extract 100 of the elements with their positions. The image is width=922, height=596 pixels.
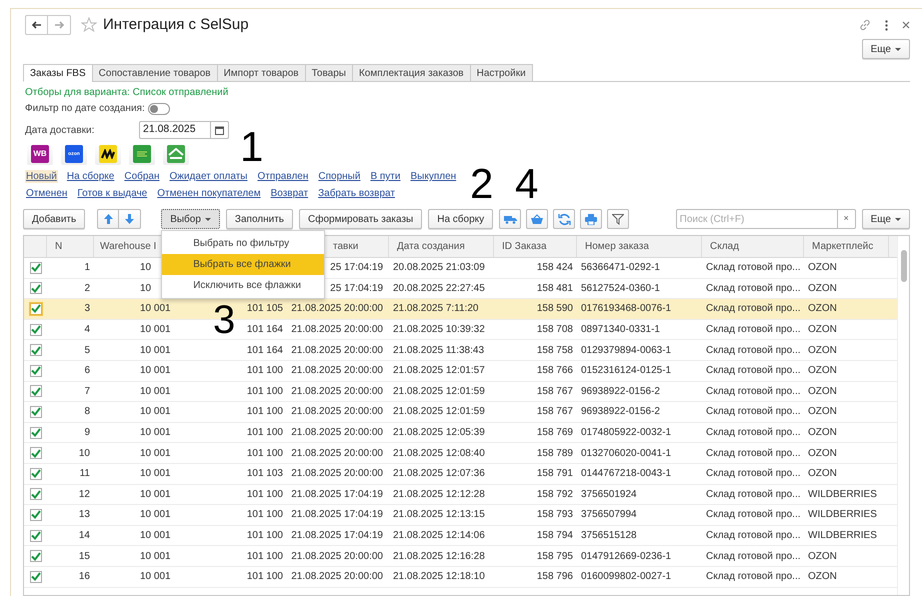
table-row[interactable]: 7 10 001 101 100 21.08.2025 20:00:00 21.08.2025 12:01:59 158 767 96938922-0156-2 Склад готовой про... OZON bbox=[24, 382, 897, 402]
checkbox[interactable] bbox=[30, 262, 42, 274]
checkbox[interactable] bbox=[30, 364, 42, 377]
more-button[interactable]: Еще bbox=[862, 209, 910, 229]
checkbox[interactable] bbox=[30, 406, 42, 418]
table-cell-text: 25 17:04:19 bbox=[330, 261, 383, 276]
date-field[interactable]: 21.08.2025 bbox=[139, 121, 229, 139]
menu-item[interactable]: Исключить все флажки bbox=[162, 275, 324, 296]
table-cell-text: Склад готовой про... bbox=[706, 344, 801, 358]
link-icon[interactable] bbox=[859, 19, 871, 31]
table-cell-text: 08971340-0331-1 bbox=[581, 323, 660, 338]
status-link[interactable]: На сборке bbox=[66, 170, 116, 183]
table-cell-text: 15 bbox=[78, 550, 90, 564]
to-assembly-button[interactable]: На сборку bbox=[428, 209, 494, 229]
table-row[interactable]: 12 10 001 101 100 21.08.2025 17:04:19 21.08.2025 12:12:28 158 792 3756501924 Склад готовой про... WILDBERRIES bbox=[24, 484, 897, 506]
scrollbar[interactable] bbox=[897, 236, 909, 595]
more-button[interactable]: Еще bbox=[862, 39, 910, 59]
table-row[interactable]: 14 10 001 101 100 21.08.2025 17:04:19 21.08.2025 12:14:06 158 794 3756515128 Склад готовой про... WILDBERRIES bbox=[24, 526, 897, 546]
table-cell-text: 21.08.2025 20:00:00 bbox=[291, 302, 383, 316]
choice-button[interactable]: Выбор bbox=[161, 209, 220, 229]
checkbox[interactable] bbox=[30, 488, 42, 500]
checkbox[interactable] bbox=[30, 385, 42, 398]
make-orders-button[interactable]: Сформировать заказы bbox=[299, 209, 422, 229]
refresh-button[interactable] bbox=[553, 209, 576, 229]
toggle-switch[interactable] bbox=[148, 102, 170, 114]
basket-button[interactable] bbox=[526, 209, 548, 229]
table-cell-text: Склад готовой про... bbox=[706, 261, 801, 276]
checkbox[interactable] bbox=[30, 550, 42, 562]
status-link[interactable]: Ожидает оплаты bbox=[168, 170, 248, 183]
table-cell-text: 0160099802-0027-1 bbox=[581, 570, 672, 584]
fill-button[interactable]: Заполнить bbox=[226, 209, 294, 229]
print-button[interactable] bbox=[580, 209, 602, 229]
column-header[interactable]: ID Заказа bbox=[502, 239, 547, 254]
checkbox[interactable] bbox=[30, 282, 42, 294]
column-header[interactable]: Маркетплейс bbox=[812, 239, 874, 254]
table-cell-text: 8 bbox=[84, 405, 90, 420]
move-down-button[interactable] bbox=[119, 209, 142, 229]
table-cell-text: 0129379894-0063-1 bbox=[581, 344, 672, 358]
status-link[interactable]: Спорный bbox=[317, 170, 362, 183]
checkmark-icon bbox=[30, 510, 40, 520]
column-header[interactable]: Номер заказа bbox=[585, 239, 649, 254]
truck-button[interactable] bbox=[499, 209, 522, 229]
status-link[interactable]: Отправлен bbox=[256, 170, 310, 183]
column-header[interactable]: Склад bbox=[710, 239, 739, 254]
table-cell-text: 21.08.2025 12:13:15 bbox=[393, 508, 485, 522]
checkbox[interactable] bbox=[30, 426, 42, 439]
tab[interactable]: Импорт товаров bbox=[216, 64, 306, 82]
menu-item[interactable]: Выбрать по фильтру bbox=[162, 233, 324, 254]
status-link[interactable]: Отменен bbox=[25, 187, 68, 200]
checkbox[interactable] bbox=[30, 324, 42, 336]
checkbox[interactable] bbox=[30, 447, 42, 460]
basket-icon bbox=[531, 214, 544, 224]
column-header[interactable]: Дата создания bbox=[397, 239, 465, 254]
table-cell-text: OZON bbox=[808, 467, 837, 482]
status-link[interactable]: Отменен покупателем bbox=[156, 187, 262, 200]
column-header[interactable]: тавки bbox=[333, 239, 358, 254]
table-cell-text: 10 001 bbox=[140, 323, 171, 338]
column-header[interactable]: Warehouse I bbox=[100, 239, 156, 254]
menu-item[interactable]: Выбрать все флажки bbox=[162, 254, 324, 275]
calendar-icon[interactable] bbox=[215, 126, 224, 134]
tab[interactable]: Комплектация заказов bbox=[352, 64, 471, 82]
search-field[interactable]: Поиск (Ctrl+F) × bbox=[676, 209, 856, 229]
column-header[interactable]: N bbox=[55, 239, 62, 254]
marketplace-button[interactable]: WB bbox=[27, 143, 53, 165]
clear-button[interactable]: × bbox=[836, 210, 855, 228]
status-link[interactable]: Возврат bbox=[270, 187, 310, 200]
close-icon[interactable] bbox=[902, 21, 910, 29]
logo-text: WB bbox=[33, 150, 47, 158]
status-link[interactable]: Забрать возврат bbox=[317, 187, 396, 200]
checkbox[interactable] bbox=[30, 530, 42, 542]
marketplace-button[interactable] bbox=[95, 143, 121, 165]
filter-button[interactable] bbox=[607, 209, 630, 229]
tab[interactable]: Заказы FBS bbox=[23, 64, 93, 82]
status-link[interactable]: Выкуплен bbox=[409, 170, 458, 183]
star-icon[interactable] bbox=[81, 17, 97, 33]
caret-icon bbox=[895, 48, 901, 50]
tab[interactable]: Настройки bbox=[470, 64, 533, 82]
truck-icon bbox=[504, 214, 517, 224]
table-cell-text: 10 001 bbox=[140, 405, 171, 420]
move-up-button[interactable] bbox=[97, 209, 120, 229]
tab[interactable]: Сопоставление товаров bbox=[92, 64, 218, 82]
table-cell-text: 21.08.2025 11:38:43 bbox=[393, 344, 484, 358]
menu-dots-icon[interactable] bbox=[885, 20, 888, 30]
table-cell-text: 21.08.2025 12:12:28 bbox=[393, 488, 485, 502]
checkbox[interactable] bbox=[30, 302, 42, 315]
tab[interactable]: Товары bbox=[304, 64, 353, 82]
checkbox[interactable] bbox=[30, 468, 42, 480]
table-cell-text: 0147912669-0236-1 bbox=[581, 550, 672, 564]
checkbox[interactable] bbox=[30, 508, 42, 521]
status-link[interactable]: Собран bbox=[123, 170, 160, 183]
status-link[interactable]: Готов к выдаче bbox=[76, 187, 148, 200]
status-link[interactable]: В пути bbox=[369, 170, 402, 183]
table-cell-text: 158 590 bbox=[536, 302, 573, 316]
table-cell-text: WILDBERRIES bbox=[808, 488, 877, 502]
checkbox[interactable] bbox=[30, 344, 42, 356]
table-cell-text: 21.08.2025 12:18:10 bbox=[393, 570, 485, 584]
status-link[interactable]: Новый bbox=[25, 170, 58, 183]
checkbox[interactable] bbox=[30, 570, 42, 583]
add-button[interactable]: Добавить bbox=[23, 209, 86, 229]
table-cell-text: 10 001 bbox=[140, 488, 171, 502]
